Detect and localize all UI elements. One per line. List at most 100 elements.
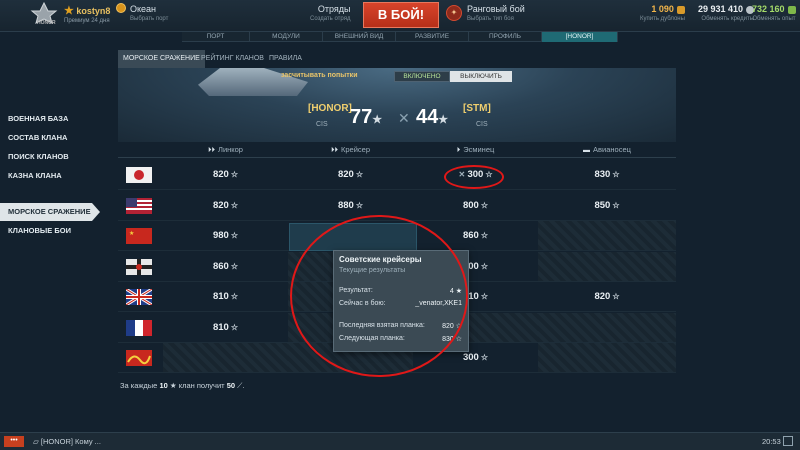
sidebar-item-clan-members[interactable]: СОСТАВ КЛАНА: [0, 129, 100, 147]
free-xp-counter[interactable]: 732 160 Обменять опыт: [752, 4, 796, 22]
score-cell[interactable]: 810 ☆: [163, 282, 288, 312]
star-icon: ☆: [355, 200, 364, 210]
star-icon: ★: [372, 114, 383, 126]
clan-a-score: 77★: [350, 106, 382, 129]
free-xp-value: 732 160: [752, 4, 785, 14]
svg-text:★: ★: [129, 230, 134, 237]
star-icon: ☆: [230, 170, 239, 179]
star-icon: ☆: [230, 292, 239, 301]
score-value: 820: [212, 169, 229, 180]
footnote-prefix: За каждые: [120, 381, 158, 390]
score-value: 800: [462, 199, 479, 211]
tab-tech-tree[interactable]: РАЗВИТИЕ: [396, 32, 469, 42]
doubloons-counter[interactable]: 1 090 Купить дублоны: [640, 4, 685, 22]
footnote-stars: 10: [159, 381, 168, 390]
battle-banner: засчитывать попытки ВКЛЮЧЕНО ВЫКЛЮЧИТЬ […: [118, 68, 676, 142]
tab-clan[interactable]: [HONOR]: [542, 32, 618, 42]
battle-button[interactable]: В БОЙ!: [363, 2, 439, 28]
score-cell[interactable]: 830 ☆: [538, 160, 676, 190]
free-xp-icon: [787, 5, 796, 14]
star-icon: ☆: [355, 170, 364, 179]
score-cell[interactable]: 860 ☆: [163, 252, 288, 282]
carrier-icon: ▬: [583, 147, 591, 154]
battle-type-hint: Выбрать тип боя: [467, 16, 514, 22]
user-block[interactable]: ★ kostyn8 Премиум 24 дня: [64, 4, 110, 24]
premium-status: Премиум 24 дня: [64, 18, 110, 24]
column-battleship: ⏵⏵ Линкор: [163, 142, 288, 158]
star-icon: ☆: [230, 322, 239, 332]
menu-button[interactable]: •••: [4, 436, 24, 447]
score-cell[interactable]: 820 ☆: [288, 160, 413, 190]
sidebar-item-treasury[interactable]: КАЗНА КЛАНА: [0, 167, 100, 185]
doubloons-hint: Купить дублоны: [640, 16, 685, 22]
account-level-icon: ★: [64, 5, 74, 17]
subtab-naval-battle[interactable]: МОРСКОЕ СРАЖЕНИЕ: [118, 50, 205, 68]
star-icon: ☆: [480, 200, 489, 210]
star-icon: ☆: [480, 353, 489, 362]
pan-asia-flag: [126, 350, 152, 366]
sidebar-item-military-base[interactable]: ВОЕННАЯ БАЗА: [0, 110, 100, 128]
retry-off-button[interactable]: ВЫКЛЮЧИТЬ: [450, 71, 512, 82]
retry-on-state: ВКЛЮЧЕНО: [394, 71, 450, 82]
clan-a-score-value: 77: [350, 106, 373, 128]
sidebar-item-naval-battle[interactable]: МОРСКОЕ СРАЖЕНИЕ: [0, 203, 100, 221]
credits-counter[interactable]: 29 931 410 Обменять кредиты: [698, 4, 755, 22]
score-value: 820: [594, 291, 611, 302]
locked-cell: [538, 251, 676, 281]
star-icon: ☆: [480, 231, 489, 240]
locked-cell: [538, 343, 676, 372]
score-cell[interactable]: 980 ☆: [163, 221, 288, 251]
locked-cell: [538, 221, 676, 250]
tab-exterior[interactable]: ВНЕШНИЙ ВИД: [323, 32, 396, 42]
battle-type-selector[interactable]: ✦ Ранговый бой Выбрать тип боя: [446, 4, 525, 22]
squad-selector[interactable]: Отряды Создать отряд: [310, 4, 350, 22]
table-header: ⏵⏵ Линкор ⏵⏵ Крейсер ⏵ Эсминец ▬ Авианосец: [118, 142, 676, 158]
chat-icon: ▱: [33, 437, 39, 446]
score-cell[interactable]: 850 ☆: [538, 191, 676, 221]
score-value: 810: [212, 291, 229, 302]
clan-b-tag[interactable]: [STM]: [463, 103, 491, 114]
footnote-mid: клан получит: [178, 381, 225, 390]
chat-label[interactable]: [HONOR] Кому ...: [41, 437, 101, 446]
chat-input: ▱ [HONOR] Кому ...: [33, 437, 101, 446]
footnote-reward: 50: [226, 381, 236, 390]
star-icon: ☆: [455, 336, 462, 343]
score-value: 880: [337, 199, 354, 211]
retry-label: засчитывать попытки: [281, 72, 358, 79]
tab-profile[interactable]: ПРОФИЛЬ: [469, 32, 542, 42]
score-value: 860: [462, 230, 479, 241]
subtab-clan-rating[interactable]: РЕЙТИНГ КЛАНОВ: [196, 50, 269, 68]
clan-b-score: 44★: [416, 106, 448, 129]
column-label: Авианосец: [593, 145, 631, 154]
username: kostyn8: [76, 6, 111, 16]
star-icon: ★: [169, 381, 177, 390]
port-hint: Выбрать порт: [130, 16, 169, 22]
port-name: Океан: [130, 4, 157, 14]
score-value: 830: [594, 169, 611, 180]
score-cell[interactable]: 820 ☆: [163, 191, 288, 221]
subtab-rules[interactable]: ПРАВИЛА: [264, 50, 307, 68]
score-cell[interactable]: 820 ☆: [538, 282, 676, 312]
annotation-ring-small: [444, 165, 504, 189]
score-cell[interactable]: 810 ☆: [163, 313, 288, 343]
column-label: Эсминец: [463, 145, 495, 154]
star-icon: ☆: [230, 200, 239, 210]
tab-port[interactable]: ПОРТ: [182, 32, 250, 42]
score-value: 850: [594, 199, 611, 211]
score-cell[interactable]: 800 ☆: [413, 191, 538, 221]
tab-modules[interactable]: МОДУЛИ: [250, 32, 323, 42]
port-selector[interactable]: Океан Выбрать порт: [130, 4, 168, 22]
star-icon: ☆: [612, 170, 620, 179]
sidebar-item-clan-search[interactable]: ПОИСК КЛАНОВ: [0, 148, 100, 166]
star-icon: ☆: [480, 261, 489, 271]
clan-a-tag[interactable]: [HONOR]: [308, 103, 352, 114]
star-icon: ☆: [230, 231, 239, 240]
squad-title: Отряды: [317, 4, 351, 14]
bottom-bar: ••• ▱ [HONOR] Кому ... 20:53: [0, 432, 800, 450]
battle-type-title: Ранговый бой: [467, 4, 525, 14]
score-cell[interactable]: 820 ☆: [163, 160, 288, 190]
sidebar-item-clan-battles[interactable]: КЛАНОВЫЕ БОИ: [0, 222, 100, 240]
fullscreen-icon[interactable]: [783, 436, 793, 446]
score-value: 820: [212, 199, 229, 211]
medal-icon: [116, 3, 126, 13]
